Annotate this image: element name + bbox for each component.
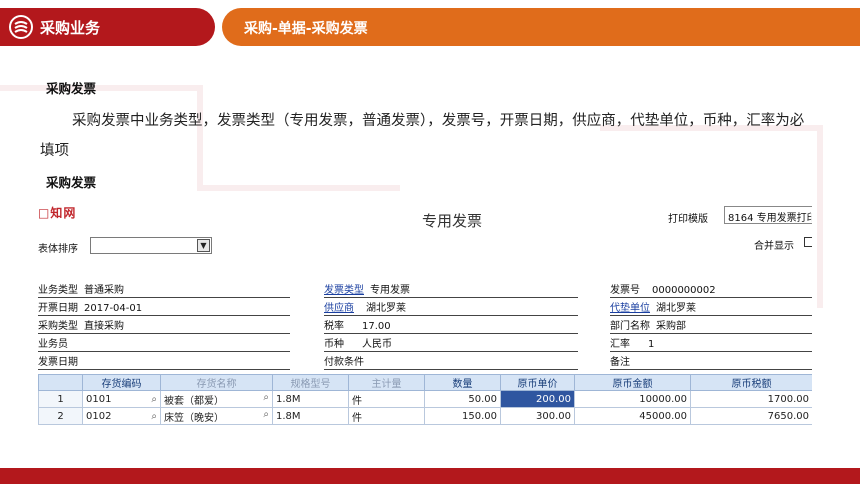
remarks-field[interactable]: 备注 — [610, 356, 812, 370]
footer-bar — [0, 468, 860, 484]
breadcrumb-bar: 采购-单据-采购发票 — [222, 8, 860, 46]
column-header[interactable]: 规格型号 — [272, 374, 349, 391]
table-header-row: 存货编码 存货名称 规格型号 主计量 数量 原币单价 原币金额 原币税额 — [38, 374, 812, 391]
print-template-select[interactable]: 8164 专用发票打印 — [724, 206, 812, 224]
description-paragraph: 采购发票中业务类型，发票类型（专用发票，普通发票），发票号，开票日期，供应商，代… — [40, 113, 805, 159]
department-field[interactable]: 部门名称 采购部 — [610, 320, 812, 334]
price-cell[interactable]: 200.00 — [500, 390, 575, 408]
breadcrumb: 采购-单据-采购发票 — [244, 21, 368, 37]
paperclip-icon[interactable]: ⌕ — [151, 394, 157, 405]
column-header[interactable]: 原币单价 — [500, 374, 575, 391]
invoice-lines-table: 存货编码 存货名称 规格型号 主计量 数量 原币单价 原币金额 原币税额 1 0… — [38, 374, 812, 425]
exchange-rate-field[interactable]: 汇率 1 — [610, 338, 812, 352]
qty-cell[interactable]: 150.00 — [424, 407, 501, 425]
sort-label: 表体排序 — [38, 244, 78, 255]
price-cell[interactable]: 300.00 — [500, 407, 575, 425]
amount-cell[interactable]: 10000.00 — [574, 390, 691, 408]
top-header: 采购业务 采购-单据-采购发票 — [0, 0, 860, 50]
paperclip-icon[interactable]: ⌕ — [151, 411, 157, 422]
invoice-type-field[interactable]: 发票类型 专用发票 — [324, 284, 578, 298]
business-type-field[interactable]: 业务类型 普通采购 — [38, 284, 290, 298]
document-title: 专用发票 — [422, 212, 483, 230]
item-code-cell[interactable]: 0102 ⌕ — [82, 407, 161, 425]
supplier-field[interactable]: 供应商 湖北罗莱 — [324, 302, 578, 316]
spec-cell[interactable]: 1.8M — [272, 390, 349, 408]
spec-cell[interactable]: 1.8M — [272, 407, 349, 425]
column-header[interactable]: 原币税额 — [690, 374, 812, 391]
chevron-down-icon[interactable]: ▼ — [197, 239, 210, 252]
unit-cell[interactable]: 件 — [348, 407, 425, 425]
column-header[interactable]: 存货名称 — [160, 374, 273, 391]
merge-label: 合并显示 — [754, 241, 794, 252]
invoice-no-field[interactable]: 发票号 0000000002 — [610, 284, 812, 298]
column-header[interactable]: 存货编码 — [82, 374, 161, 391]
section-tab: 采购业务 — [0, 8, 215, 46]
section-heading: 采购发票 — [46, 81, 97, 96]
agent-unit-field[interactable]: 代垫单位 湖北罗莱 — [610, 302, 812, 316]
tax-cell[interactable]: 1700.00 — [690, 390, 812, 408]
column-header[interactable]: 主计量 — [348, 374, 425, 391]
due-date-field[interactable]: 发票日期 — [38, 356, 290, 370]
coin-stack-icon — [9, 15, 33, 39]
row-index: 2 — [38, 407, 83, 425]
merge-checkbox[interactable] — [804, 237, 812, 247]
paperclip-icon[interactable]: ⌕ — [263, 409, 269, 420]
currency-field[interactable]: 币种 人民币 — [324, 338, 578, 352]
qty-cell[interactable]: 50.00 — [424, 390, 501, 408]
payment-terms-field[interactable]: 付款条件 — [324, 356, 578, 370]
column-header — [38, 374, 83, 391]
paperclip-icon[interactable]: ⌕ — [263, 392, 269, 403]
purchase-type-field[interactable]: 采购类型 直接采购 — [38, 320, 290, 334]
print-template-label: 打印模版 — [668, 214, 708, 225]
column-header[interactable]: 原币金额 — [574, 374, 691, 391]
invoice-screenshot: □知网 专用发票 打印模版 8164 专用发票打印 表体排序 ▼ 合并显示 业务… — [38, 204, 812, 434]
item-code-cell[interactable]: 0101 ⌕ — [82, 390, 161, 408]
table-row[interactable]: 1 0101 ⌕ 被套（都爱） ⌕ 1.8M 件 50.00 200.00 1000… — [38, 390, 812, 408]
column-header[interactable]: 数量 — [424, 374, 501, 391]
salesperson-field[interactable]: 业务员 — [38, 338, 290, 352]
tax-cell[interactable]: 7650.00 — [690, 407, 812, 425]
section-title: 采购业务 — [40, 19, 101, 37]
brand-fragment: □知网 — [38, 206, 77, 220]
invoice-date-field[interactable]: 开票日期 2017-04-01 — [38, 302, 290, 316]
sort-select[interactable]: ▼ — [90, 237, 212, 254]
unit-cell[interactable]: 件 — [348, 390, 425, 408]
item-name-cell[interactable]: 床笠（晚安） ⌕ — [160, 407, 273, 425]
tax-rate-field[interactable]: 税率 17.00 — [324, 320, 578, 334]
section-heading-2: 采购发票 — [46, 175, 97, 190]
table-row[interactable]: 2 0102 ⌕ 床笠（晚安） ⌕ 1.8M 件 150.00 300.00 450… — [38, 407, 812, 425]
amount-cell[interactable]: 45000.00 — [574, 407, 691, 425]
item-name-cell[interactable]: 被套（都爱） ⌕ — [160, 390, 273, 408]
row-index: 1 — [38, 390, 83, 408]
